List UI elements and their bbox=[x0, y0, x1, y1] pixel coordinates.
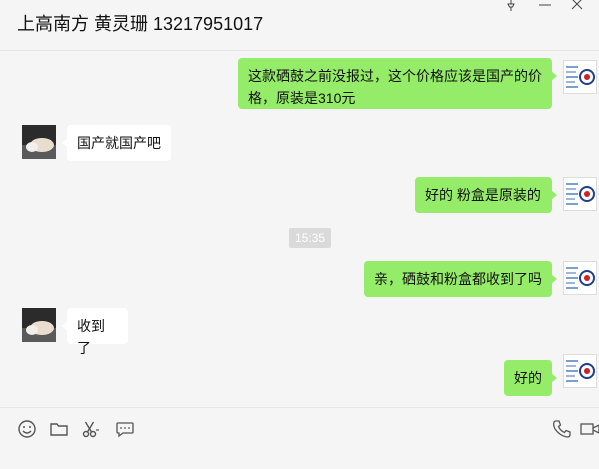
message-bubble-outgoing[interactable]: 这款硒鼓之前没报过，这个价格应该是国产的价格，原装是310元 bbox=[238, 58, 557, 109]
message-bubble-outgoing[interactable]: 好的 粉盒是原装的 bbox=[415, 177, 557, 213]
avatar-contact[interactable] bbox=[22, 125, 56, 159]
emoji-icon[interactable] bbox=[17, 419, 37, 439]
message-timestamp: 15:35 bbox=[289, 228, 332, 248]
message-list[interactable]: 这款硒鼓之前没报过，这个价格应该是国产的价格，原装是310元 国产就国产吧 好的… bbox=[0, 51, 599, 407]
avatar-self[interactable] bbox=[563, 354, 597, 388]
video-icon[interactable] bbox=[580, 419, 599, 439]
message-text: 收到了 bbox=[77, 318, 105, 356]
message-bubble-outgoing[interactable]: 好的 bbox=[504, 360, 557, 396]
chat-bubble-icon[interactable] bbox=[115, 419, 135, 439]
message-text: 国产就国产吧 bbox=[77, 135, 161, 151]
message-bubble-incoming[interactable]: 收到了 bbox=[62, 308, 128, 356]
message-bubble-incoming[interactable]: 国产就国产吧 bbox=[62, 125, 171, 161]
scissors-icon[interactable] bbox=[81, 419, 101, 439]
chat-header: 上高南方 黄灵珊 13217951017 bbox=[0, 0, 599, 51]
message-bubble-outgoing[interactable]: 亲，硒鼓和粉盒都收到了吗 bbox=[364, 261, 557, 297]
message-text: 好的 粉盒是原装的 bbox=[425, 187, 541, 203]
close-icon[interactable] bbox=[568, 0, 586, 12]
avatar-contact[interactable] bbox=[22, 308, 56, 342]
chat-title: 上高南方 黄灵珊 13217951017 bbox=[17, 14, 264, 34]
folder-icon[interactable] bbox=[49, 419, 69, 439]
minimize-icon[interactable] bbox=[536, 0, 554, 12]
message-text: 好的 bbox=[514, 370, 542, 386]
phone-icon[interactable] bbox=[552, 419, 572, 439]
message-text: 亲，硒鼓和粉盒都收到了吗 bbox=[374, 271, 542, 287]
avatar-self[interactable] bbox=[563, 60, 597, 94]
avatar-self[interactable] bbox=[563, 177, 597, 211]
avatar-self[interactable] bbox=[563, 261, 597, 295]
input-toolbar bbox=[0, 407, 599, 469]
message-text: 这款硒鼓之前没报过，这个价格应该是国产的价格，原装是310元 bbox=[248, 68, 542, 106]
pin-icon[interactable] bbox=[502, 0, 520, 12]
